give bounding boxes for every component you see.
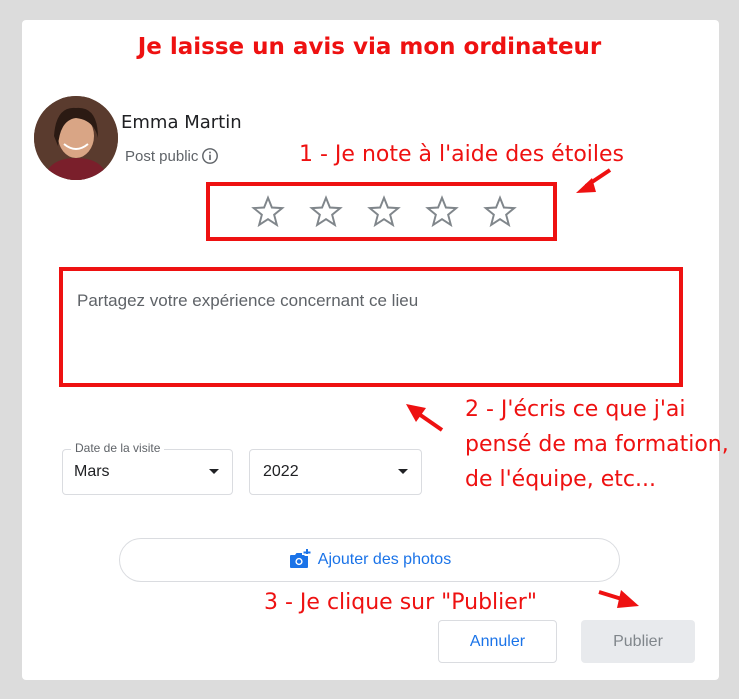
publish-button[interactable]: Publier [581,620,695,663]
star-rating [206,182,557,241]
user-name: Emma Martin [121,112,242,133]
star-icon[interactable] [424,194,460,230]
page-headline: Je laisse un avis via mon ordinateur [137,34,602,60]
review-field-highlight [59,267,683,387]
add-photo-icon [289,549,311,568]
star-icon[interactable] [366,194,402,230]
post-visibility-label: Post public [125,147,199,165]
add-photos-button[interactable]: Ajouter des photos [119,538,620,582]
cancel-button[interactable]: Annuler [438,620,557,663]
visit-month-value: Mars [74,463,110,480]
add-photos-label: Ajouter des photos [317,551,452,568]
star-icon[interactable] [308,194,344,230]
visit-year-value: 2022 [263,463,299,480]
caret-down-icon [209,469,219,474]
caret-down-icon [398,469,408,474]
review-textarea[interactable] [63,271,679,383]
annotation-step-2: 2 - J'écris ce que j'ai pensé de ma form… [465,397,729,492]
post-visibility: Post public [125,147,219,165]
star-icon[interactable] [482,194,518,230]
visit-year-select[interactable]: 2022 [249,449,422,495]
avatar [34,96,118,180]
visit-date-label: Date de la visite [71,441,165,455]
info-icon[interactable] [201,147,219,165]
annotation-arrow-icon [576,168,612,193]
annotation-arrow-icon [598,590,639,608]
annotation-step-3: 3 - Je clique sur "Publier" [264,590,537,615]
star-icon[interactable] [250,194,286,230]
visit-month-select[interactable]: Date de la visite Mars [62,441,233,495]
annotation-arrow-icon [406,404,444,432]
